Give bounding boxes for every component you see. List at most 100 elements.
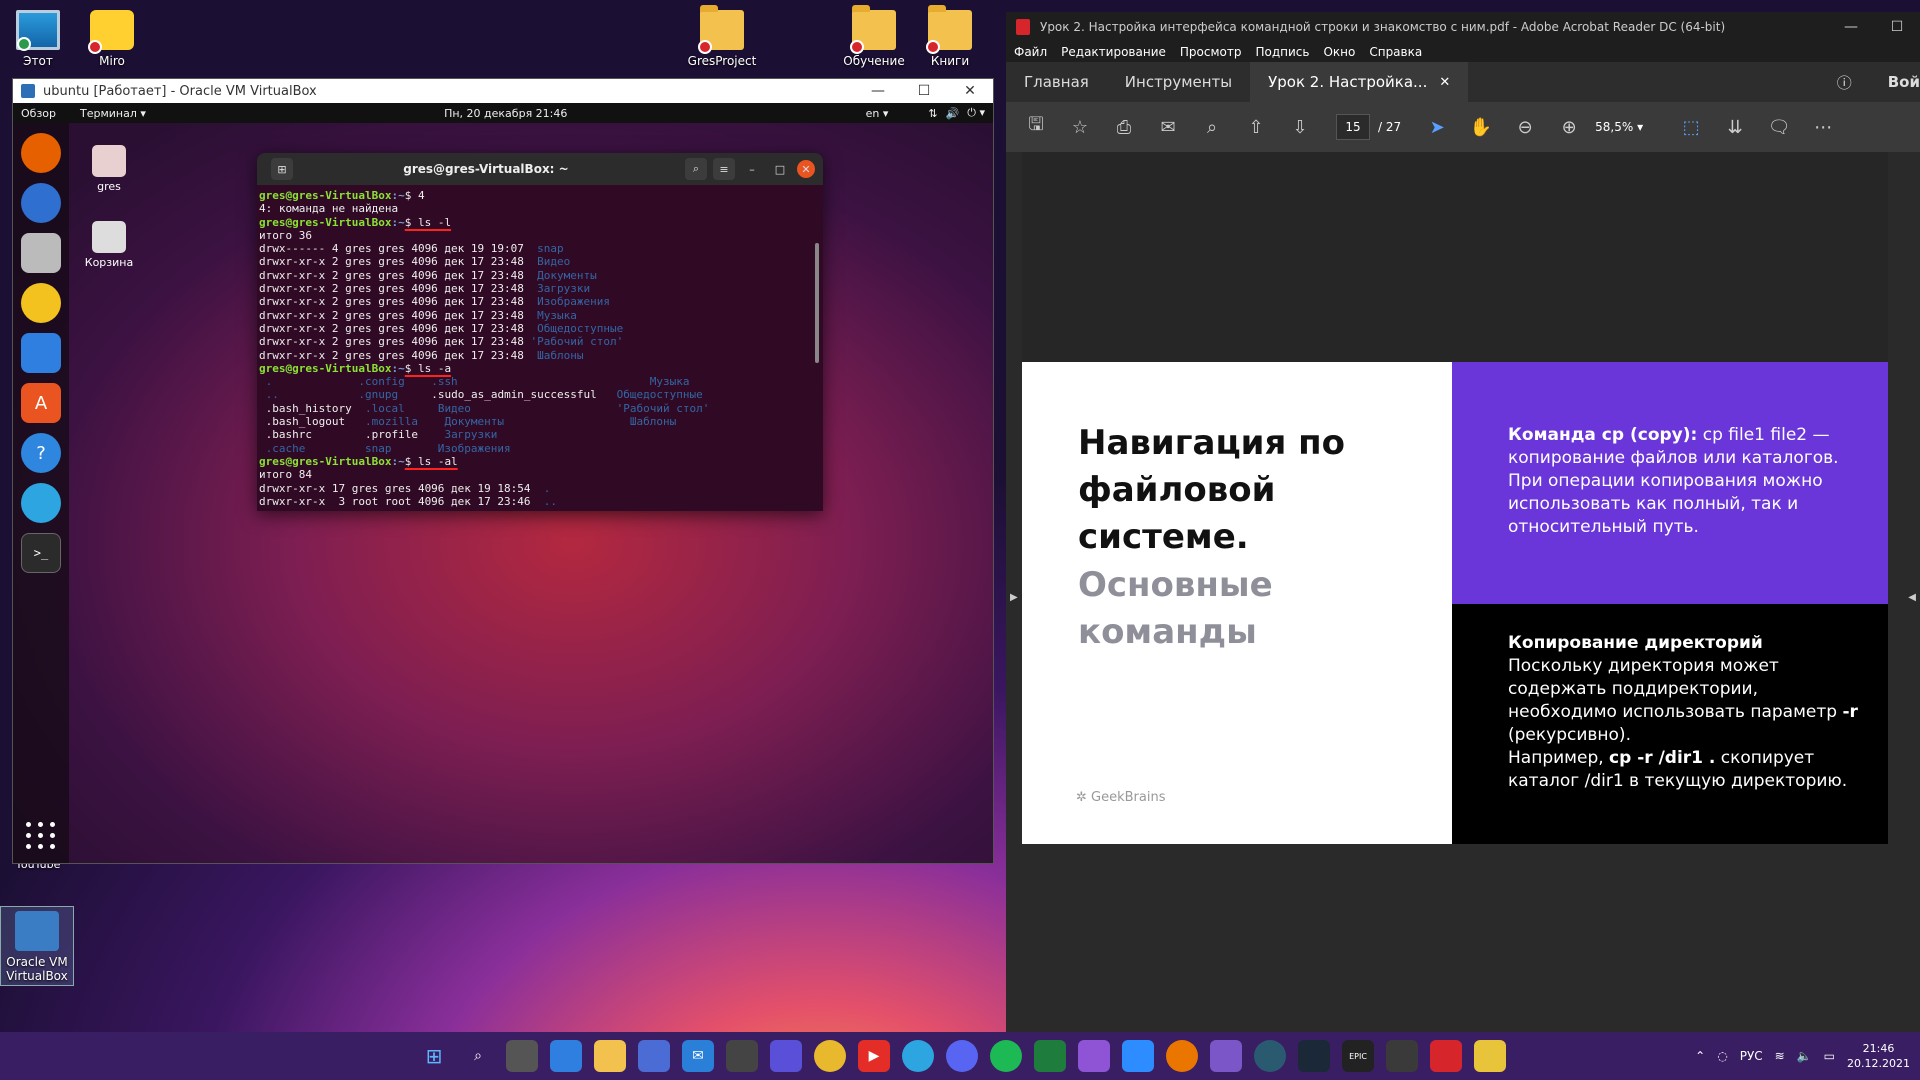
terminal-output[interactable]: gres@gres-VirtualBox:~$ 4 4: команда не н… (257, 185, 823, 511)
zoom-out-icon[interactable]: ⊖ (1507, 117, 1543, 138)
zoom-in-icon[interactable]: ⊕ (1551, 117, 1587, 138)
miro-icon[interactable] (1474, 1040, 1506, 1072)
print-icon[interactable]: ⎙ (1106, 117, 1142, 138)
tray-app-icon[interactable]: ◌ (1717, 1049, 1727, 1063)
minimize-button[interactable]: — (1828, 19, 1874, 35)
clock[interactable]: Пн, 20 декабря 21:46 (146, 107, 866, 120)
hand-tool-icon[interactable]: ✋ (1463, 117, 1499, 138)
minimize-button[interactable]: — (855, 83, 901, 99)
tray-chevron-icon[interactable]: ⌃ (1695, 1049, 1705, 1063)
prev-page-icon[interactable]: ⇧ (1238, 117, 1274, 138)
language-indicator[interactable]: en ▾ (866, 107, 889, 120)
start-icon[interactable]: ⊞ (418, 1040, 450, 1072)
maximize-button[interactable]: □ (769, 158, 791, 180)
unity-icon[interactable] (726, 1040, 758, 1072)
page-number-input[interactable]: 15 (1336, 114, 1370, 140)
close-button[interactable]: ✕ (797, 160, 815, 178)
new-tab-icon[interactable]: ⊞ (271, 158, 293, 180)
help-icon[interactable]: ⓘ (1819, 62, 1870, 102)
signin-button[interactable]: Вой (1870, 62, 1920, 102)
terminal-icon[interactable]: >_ (21, 533, 61, 573)
mail-icon[interactable]: ✉ (682, 1040, 714, 1072)
maximize-button[interactable]: ☐ (901, 83, 947, 99)
network-icon[interactable]: ⇅ (928, 107, 937, 120)
close-tab-icon[interactable]: ✕ (1439, 75, 1450, 90)
terminal-headerbar[interactable]: ⊞ gres@gres-VirtualBox: ~ ⌕ ≡ – □ ✕ (257, 153, 823, 185)
vs-app-icon[interactable] (770, 1040, 802, 1072)
unity-hub-icon[interactable] (1386, 1040, 1418, 1072)
search-icon[interactable]: ⌕ (462, 1040, 494, 1072)
chrome-icon[interactable] (814, 1040, 846, 1072)
tab-home[interactable]: Главная (1006, 62, 1107, 102)
menu-help[interactable]: Справка (1369, 45, 1422, 59)
more-icon[interactable]: ⋯ (1805, 117, 1841, 138)
keyboard-language[interactable]: РУС (1740, 1049, 1763, 1063)
comment-icon[interactable]: 🗨 (1761, 117, 1797, 138)
zoom-level-select[interactable]: 58,5% ▾ (1595, 120, 1665, 134)
tab-document[interactable]: Урок 2. Настройка... ✕ (1250, 62, 1469, 102)
steam-icon[interactable] (1298, 1040, 1330, 1072)
telegram-icon[interactable] (902, 1040, 934, 1072)
writer-icon[interactable] (21, 333, 61, 373)
spotify-icon[interactable] (990, 1040, 1022, 1072)
trash-icon[interactable]: Корзина (79, 221, 139, 269)
menu-sign[interactable]: Подпись (1255, 45, 1309, 59)
rhythmbox-icon[interactable] (21, 283, 61, 323)
search-icon[interactable]: ⌕ (685, 158, 707, 180)
volume-icon[interactable]: 🔊 (946, 107, 960, 120)
telegram-icon[interactable] (21, 483, 61, 523)
menu-edit[interactable]: Редактирование (1061, 45, 1166, 59)
acrobat-titlebar[interactable]: Урок 2. Настройка интерфейса командной с… (1006, 12, 1920, 42)
git-app-icon[interactable] (1210, 1040, 1242, 1072)
volume-icon[interactable]: 🔈 (1797, 1049, 1812, 1063)
widgets-icon[interactable] (550, 1040, 582, 1072)
menu-file[interactable]: Файл (1014, 45, 1047, 59)
software-icon[interactable]: A (21, 383, 61, 423)
email-icon[interactable]: ✉ (1150, 117, 1186, 138)
firefox-icon[interactable] (21, 133, 61, 173)
youtube-icon[interactable]: ▶ (858, 1040, 890, 1072)
help-icon[interactable]: ? (21, 433, 61, 473)
show-apps-icon[interactable] (21, 815, 61, 855)
task-view-icon[interactable] (506, 1040, 538, 1072)
app-icon[interactable] (1254, 1040, 1286, 1072)
bookmark-star-icon[interactable]: ☆ (1062, 117, 1098, 138)
blender-icon[interactable] (1166, 1040, 1198, 1072)
minimize-button[interactable]: – (741, 158, 763, 180)
file-explorer-icon[interactable] (594, 1040, 626, 1072)
desktop-icon-virtualbox[interactable]: Oracle VM VirtualBox (0, 906, 74, 986)
discord-icon[interactable] (946, 1040, 978, 1072)
document-view[interactable]: Навигация по файловой системе. Основные … (1006, 152, 1920, 1032)
power-icon[interactable]: ⏻ ▾ (967, 106, 985, 120)
thunderbird-icon[interactable] (21, 183, 61, 223)
battery-icon[interactable]: ▭ (1824, 1049, 1835, 1063)
virtualbox-titlebar[interactable]: ubuntu [Работает] - Oracle VM VirtualBox… (13, 79, 993, 103)
home-folder-icon[interactable]: gres (79, 145, 139, 193)
files-icon[interactable] (21, 233, 61, 273)
maximize-button[interactable]: ☐ (1874, 19, 1920, 35)
app-menu[interactable]: Терминал ▾ (80, 107, 146, 120)
select-cursor-icon[interactable]: ➤ (1419, 117, 1455, 138)
close-button[interactable]: ✕ (947, 83, 993, 99)
save-icon[interactable]: 🖫 (1018, 112, 1054, 142)
desktop-icon-gresproject[interactable]: GresProject (684, 5, 760, 68)
menu-view[interactable]: Просмотр (1180, 45, 1242, 59)
store-icon[interactable] (638, 1040, 670, 1072)
desktop-icon-miro[interactable]: Miro (74, 10, 150, 68)
acrobat-icon[interactable] (1430, 1040, 1462, 1072)
desktop-icon-this-pc[interactable]: Этот (0, 10, 76, 68)
desktop-icon-obuchenie[interactable]: Обучение (836, 5, 912, 68)
zoom-icon[interactable] (1122, 1040, 1154, 1072)
zoom-search-icon[interactable]: ⌕ (1194, 117, 1230, 138)
tab-tools[interactable]: Инструменты (1107, 62, 1250, 102)
terminal-scrollbar[interactable] (815, 243, 819, 363)
taskbar-clock[interactable]: 21:46 20.12.2021 (1847, 1041, 1910, 1071)
desktop-icon-knigi[interactable]: Книги (912, 5, 988, 68)
visual-studio-icon[interactable] (1078, 1040, 1110, 1072)
wifi-icon[interactable]: ≋ (1775, 1049, 1785, 1063)
terminal-window[interactable]: ⊞ gres@gres-VirtualBox: ~ ⌕ ≡ – □ ✕ gres… (257, 153, 823, 511)
scroll-mode-icon[interactable]: ⇊ (1717, 117, 1753, 138)
fit-page-icon[interactable]: ⬚ (1673, 117, 1709, 138)
activities-button[interactable]: Обзор (21, 107, 56, 120)
menu-window[interactable]: Окно (1323, 45, 1355, 59)
